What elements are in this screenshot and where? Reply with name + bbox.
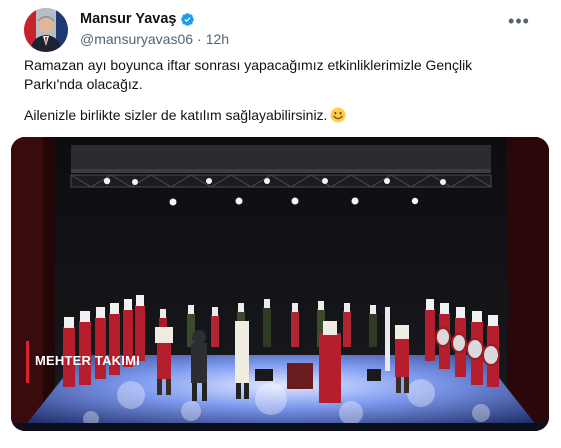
tweet-header: Mansur Yavaş @mansuryavas06 · 12h ••• [80, 10, 541, 50]
video-media[interactable]: MEHTER TAKIMI [11, 137, 549, 431]
user-handle[interactable]: @mansuryavas06 [80, 31, 193, 47]
timestamp[interactable]: 12h [206, 31, 229, 47]
caption-accent-bar [26, 341, 29, 383]
tweet-paragraph-1: Ramazan ayı boyunca iftar sonrası yapaca… [24, 57, 473, 92]
video-caption: MEHTER TAKIMI [35, 353, 140, 368]
display-name[interactable]: Mansur Yavaş [80, 11, 176, 27]
smiling-face-icon [330, 107, 346, 128]
stage-performance-image [11, 137, 549, 431]
separator-dot: · [197, 31, 202, 47]
profile-photo [24, 8, 68, 52]
avatar[interactable] [24, 8, 68, 52]
tweet-paragraph-2: Ailenizle birlikte sizler de katılım sağ… [24, 106, 534, 128]
tweet-paragraph-2-text: Ailenizle birlikte sizler de katılım sağ… [24, 107, 328, 123]
tweet-card[interactable]: Mansur Yavaş @mansuryavas06 · 12h ••• Ra… [0, 0, 561, 448]
verified-badge-icon [180, 12, 195, 27]
tweet-text: Ramazan ayı boyunca iftar sonrası yapaca… [24, 56, 534, 128]
more-icon[interactable]: ••• [507, 12, 531, 34]
